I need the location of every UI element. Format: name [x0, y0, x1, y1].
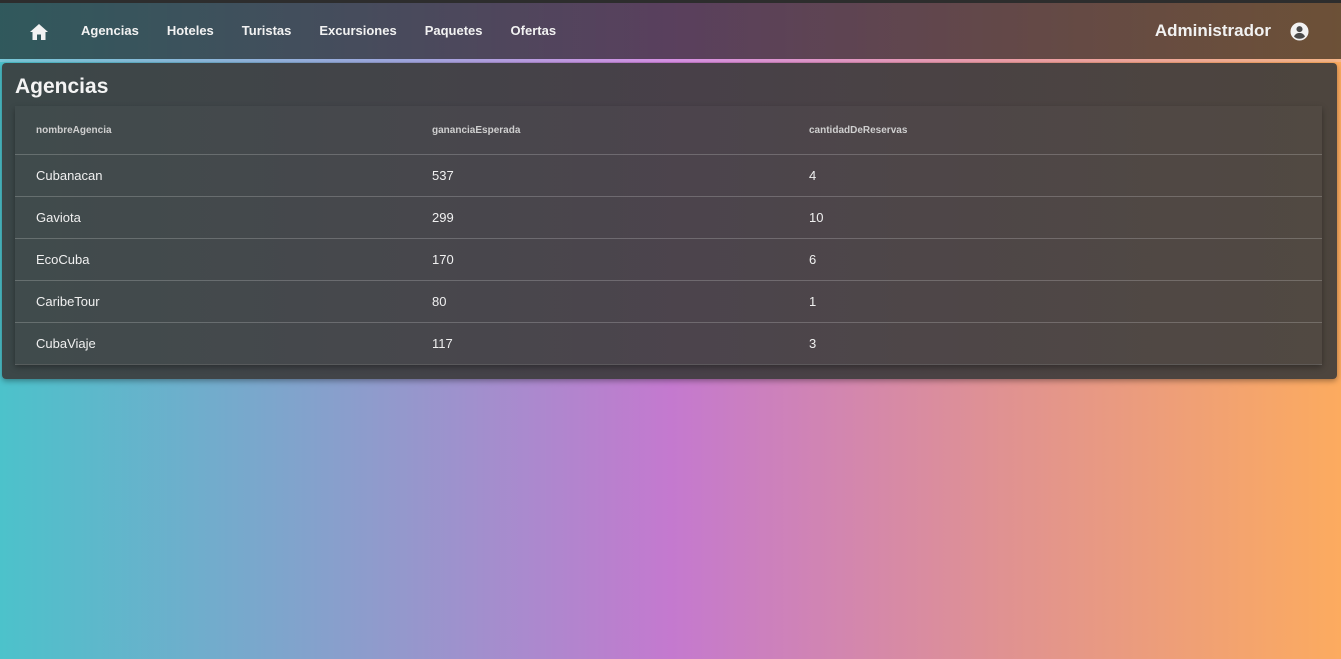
table-row[interactable]: EcoCuba 170 6 — [15, 238, 1322, 281]
navbar: Agencias Hoteles Turistas Excursiones Pa… — [0, 3, 1341, 59]
table-header-row: nombreAgencia gananciaEsperada cantidadD… — [15, 106, 1322, 155]
page-title: Agencias — [15, 75, 109, 98]
table-row[interactable]: CaribeTour 80 1 — [15, 280, 1322, 323]
nav-link-hoteles[interactable]: Hoteles — [153, 3, 228, 59]
cell-nombre-agencia: EcoCuba — [15, 238, 411, 281]
navbar-accent-bar — [0, 59, 1341, 62]
table-row[interactable]: Cubanacan 537 4 — [15, 154, 1322, 197]
cell-cantidad-de-reservas: 6 — [788, 238, 1322, 281]
cell-cantidad-de-reservas: 10 — [788, 196, 1322, 239]
nav-link-turistas[interactable]: Turistas — [228, 3, 306, 59]
user-name[interactable]: Administrador — [1155, 3, 1271, 59]
account-circle-icon[interactable] — [1290, 22, 1309, 41]
home-icon[interactable] — [29, 23, 49, 41]
cell-cantidad-de-reservas: 3 — [788, 322, 1322, 365]
cell-nombre-agencia: CaribeTour — [15, 280, 411, 323]
cell-ganancia-esperada: 537 — [411, 154, 788, 197]
column-header-nombre-agencia[interactable]: nombreAgencia — [15, 106, 411, 155]
cell-ganancia-esperada: 117 — [411, 322, 788, 365]
agencias-panel: Agencias nombreAgencia gananciaEsperada … — [2, 63, 1337, 379]
table-row[interactable]: CubaViaje 117 3 — [15, 322, 1322, 365]
agencias-table-container: nombreAgencia gananciaEsperada cantidadD… — [15, 106, 1322, 365]
cell-cantidad-de-reservas: 4 — [788, 154, 1322, 197]
cell-cantidad-de-reservas: 1 — [788, 280, 1322, 323]
nav-link-ofertas[interactable]: Ofertas — [497, 3, 571, 59]
nav-link-excursiones[interactable]: Excursiones — [305, 3, 410, 59]
table-row[interactable]: Gaviota 299 10 — [15, 196, 1322, 239]
nav-links: Agencias Hoteles Turistas Excursiones Pa… — [67, 3, 570, 59]
cell-nombre-agencia: CubaViaje — [15, 322, 411, 365]
column-header-cantidad-de-reservas[interactable]: cantidadDeReservas — [788, 106, 1322, 155]
cell-ganancia-esperada: 299 — [411, 196, 788, 239]
cell-ganancia-esperada: 80 — [411, 280, 788, 323]
nav-link-paquetes[interactable]: Paquetes — [411, 3, 497, 59]
cell-ganancia-esperada: 170 — [411, 238, 788, 281]
nav-link-agencias[interactable]: Agencias — [67, 3, 153, 59]
cell-nombre-agencia: Cubanacan — [15, 154, 411, 197]
agencias-table: nombreAgencia gananciaEsperada cantidadD… — [15, 106, 1322, 365]
column-header-ganancia-esperada[interactable]: gananciaEsperada — [411, 106, 788, 155]
cell-nombre-agencia: Gaviota — [15, 196, 411, 239]
